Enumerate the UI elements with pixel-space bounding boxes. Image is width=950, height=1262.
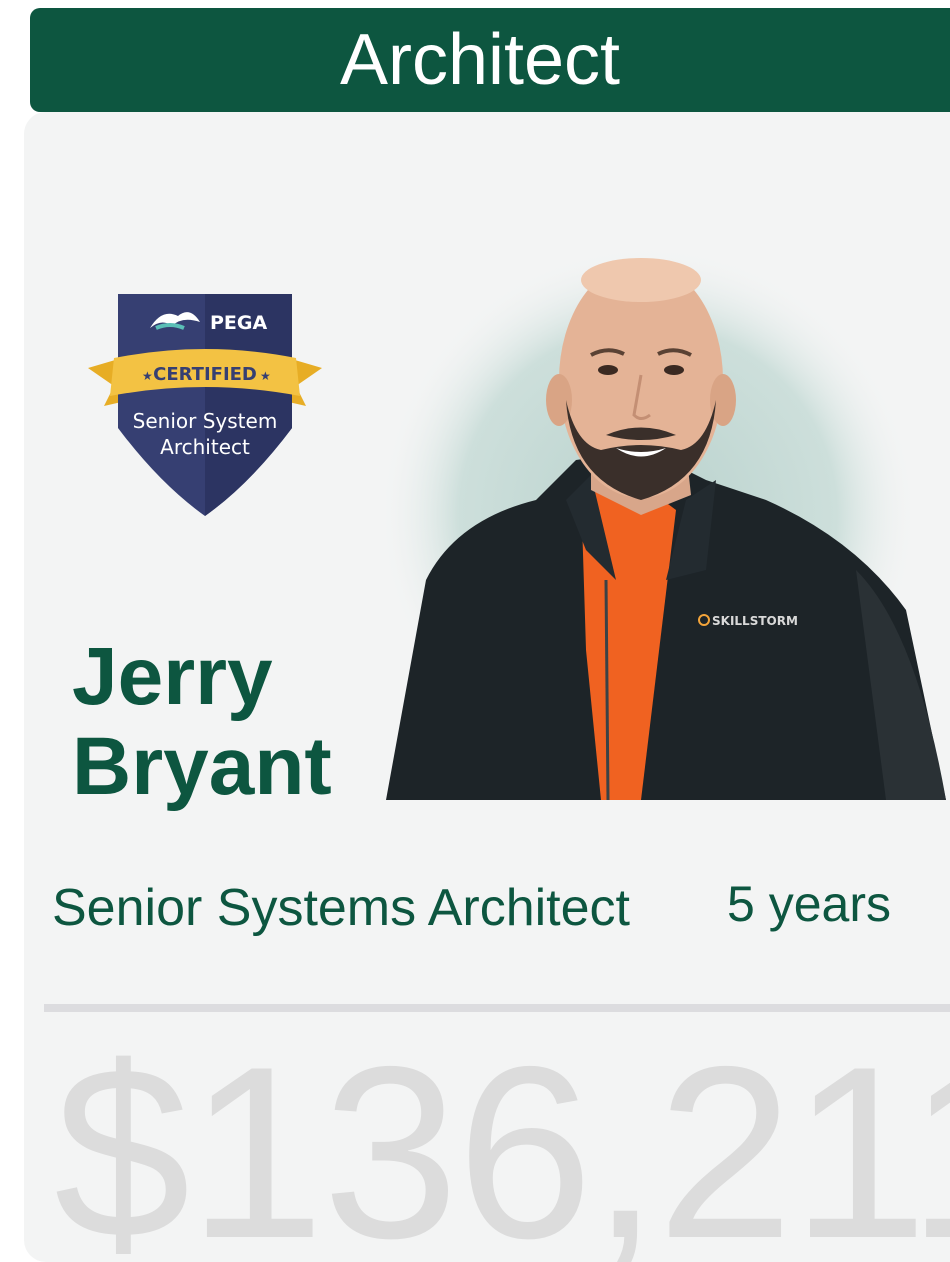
- jacket-logo-text: SKILLSTORM: [712, 614, 798, 628]
- divider: [44, 1004, 950, 1012]
- profile-card: PEGA CERTIFIED ★ ★ Senior System Archite…: [24, 112, 950, 1262]
- job-title: Senior Systems Architect: [52, 879, 630, 937]
- header-banner: Architect: [30, 8, 950, 112]
- employee-first-name: Jerry: [72, 631, 273, 722]
- header-title: Architect: [339, 20, 621, 100]
- tenure: 5 years: [727, 876, 891, 932]
- pega-certification-badge-icon: PEGA CERTIFIED ★ ★ Senior System Archite…: [60, 288, 350, 523]
- employee-last-name: Bryant: [72, 721, 332, 812]
- badge-brand-text: PEGA: [210, 312, 267, 334]
- badge-ribbon-text: CERTIFIED: [153, 364, 257, 385]
- badge-line2: Architect: [160, 435, 250, 459]
- employee-name: Jerry Bryant: [72, 632, 382, 812]
- star-icon: ★: [260, 369, 271, 383]
- salary-value: $136,211: [54, 1015, 950, 1262]
- badge-line1: Senior System: [133, 409, 278, 433]
- profile-photo: SKILLSTORM: [386, 250, 950, 800]
- star-icon: ★: [142, 369, 153, 383]
